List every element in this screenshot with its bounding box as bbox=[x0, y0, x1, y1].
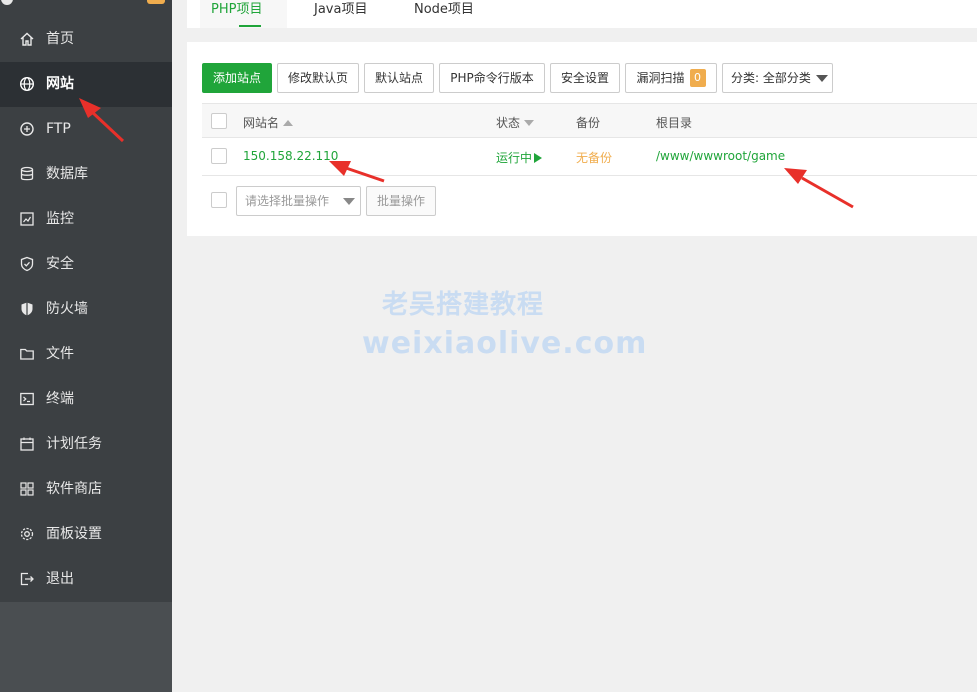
category-select[interactable]: 分类: 全部分类 bbox=[722, 63, 833, 93]
root-dir-link[interactable]: /www/wwwroot/game bbox=[656, 149, 785, 163]
row-checkbox[interactable] bbox=[211, 148, 227, 164]
php-cli-version-button[interactable]: PHP命令行版本 bbox=[439, 63, 545, 93]
folder-icon bbox=[19, 346, 35, 362]
vuln-scan-label: 漏洞扫描 bbox=[636, 71, 685, 85]
tab-php-projects[interactable]: PHP项目 bbox=[200, 0, 287, 28]
tab-label: Java项目 bbox=[314, 2, 368, 17]
batch-select-placeholder: 请选择批量操作 bbox=[245, 194, 330, 208]
column-backup: 备份 bbox=[576, 116, 601, 130]
select-all-checkbox[interactable] bbox=[211, 113, 227, 129]
table-row: 150.158.22.110 运行中 无备份 /www/wwwroot/game bbox=[202, 138, 977, 176]
terminal-icon bbox=[19, 391, 35, 407]
category-select-value: 分类: 全部分类 bbox=[731, 71, 811, 85]
play-icon bbox=[534, 152, 543, 163]
logout-icon bbox=[19, 571, 35, 587]
calendar-icon bbox=[19, 436, 35, 452]
column-site-name[interactable]: 网站名 bbox=[243, 114, 294, 131]
backup-link[interactable]: 无备份 bbox=[576, 149, 612, 166]
sidebar-item-app-store[interactable]: 软件商店 bbox=[0, 467, 172, 512]
table-header: 网站名 状态 备份 根目录 bbox=[202, 103, 977, 138]
default-site-button[interactable]: 默认站点 bbox=[364, 63, 434, 93]
column-root-dir: 根目录 bbox=[656, 116, 693, 130]
sidebar-item-panel-settings[interactable]: 面板设置 bbox=[0, 512, 172, 557]
sidebar-item-home[interactable]: 首页 bbox=[0, 17, 172, 62]
monitor-icon bbox=[19, 211, 35, 227]
chevron-down-icon bbox=[816, 75, 828, 82]
apps-grid-icon bbox=[19, 481, 35, 497]
sidebar-item-label: FTP bbox=[46, 121, 71, 137]
sidebar-item-label: 软件商店 bbox=[46, 481, 102, 497]
sidebar-item-label: 文件 bbox=[46, 346, 74, 362]
watermark-url: weixiaolive.com bbox=[362, 326, 648, 361]
sidebar-item-logout[interactable]: 退出 bbox=[0, 557, 172, 602]
site-status[interactable]: 运行中 bbox=[496, 149, 543, 166]
sidebar-item-label: 首页 bbox=[46, 31, 74, 47]
batch-operation-select[interactable]: 请选择批量操作 bbox=[236, 186, 361, 216]
edit-default-page-button[interactable]: 修改默认页 bbox=[277, 63, 359, 93]
vuln-count-badge: 0 bbox=[689, 68, 706, 87]
column-label: 网站名 bbox=[243, 116, 280, 130]
add-site-button[interactable]: 添加站点 bbox=[202, 63, 272, 93]
sidebar-item-label: 防火墙 bbox=[46, 301, 88, 317]
sidebar-menu: 首页 网站 FTP 数据库 监控 安全 防火墙 文件 终端 计划任务 软件商店 … bbox=[0, 0, 172, 602]
sidebar-item-cron[interactable]: 计划任务 bbox=[0, 422, 172, 467]
vuln-scan-button[interactable]: 漏洞扫描 0 bbox=[625, 63, 717, 93]
notification-badge[interactable] bbox=[147, 0, 165, 4]
tab-label: Node项目 bbox=[414, 2, 474, 17]
active-tab-indicator bbox=[239, 25, 261, 27]
sort-desc-icon bbox=[524, 119, 535, 126]
sidebar: 首页 网站 FTP 数据库 监控 安全 防火墙 文件 终端 计划任务 软件商店 … bbox=[0, 0, 172, 692]
shield-icon bbox=[19, 256, 35, 272]
chevron-down-icon bbox=[343, 198, 355, 205]
globe-icon bbox=[19, 76, 35, 92]
database-icon bbox=[19, 166, 35, 182]
ftp-icon bbox=[19, 121, 35, 137]
sidebar-item-firewall[interactable]: 防火墙 bbox=[0, 287, 172, 332]
sidebar-item-label: 退出 bbox=[46, 571, 74, 587]
column-status[interactable]: 状态 bbox=[496, 114, 535, 131]
security-settings-button[interactable]: 安全设置 bbox=[550, 63, 620, 93]
batch-select-checkbox[interactable] bbox=[211, 192, 227, 208]
sidebar-item-label: 网站 bbox=[46, 76, 74, 92]
project-tabs: PHP项目 Java项目 Node项目 bbox=[187, 0, 977, 28]
tab-java-projects[interactable]: Java项目 bbox=[300, 0, 390, 28]
sidebar-item-security[interactable]: 安全 bbox=[0, 242, 172, 287]
sidebar-item-files[interactable]: 文件 bbox=[0, 332, 172, 377]
sidebar-item-ftp[interactable]: FTP bbox=[0, 107, 172, 152]
sidebar-item-terminal[interactable]: 终端 bbox=[0, 377, 172, 422]
column-label: 状态 bbox=[496, 116, 521, 130]
site-name-link[interactable]: 150.158.22.110 bbox=[243, 149, 338, 163]
home-icon bbox=[19, 31, 35, 47]
tab-node-projects[interactable]: Node项目 bbox=[400, 0, 490, 28]
sidebar-item-label: 安全 bbox=[46, 256, 74, 272]
gear-icon bbox=[19, 526, 35, 542]
sidebar-item-label: 数据库 bbox=[46, 166, 88, 182]
panel-logo-icon bbox=[0, 0, 14, 6]
tab-label: PHP项目 bbox=[211, 2, 263, 17]
watermark-title: 老吴搭建教程 bbox=[382, 290, 545, 320]
firewall-icon bbox=[19, 301, 35, 317]
sidebar-item-database[interactable]: 数据库 bbox=[0, 152, 172, 197]
sidebar-item-monitor[interactable]: 监控 bbox=[0, 197, 172, 242]
status-text: 运行中 bbox=[496, 151, 533, 165]
batch-operation-button[interactable]: 批量操作 bbox=[366, 186, 436, 216]
sidebar-item-label: 计划任务 bbox=[46, 436, 102, 452]
sidebar-item-label: 监控 bbox=[46, 211, 74, 227]
sidebar-item-website[interactable]: 网站 bbox=[0, 62, 172, 107]
sidebar-item-label: 面板设置 bbox=[46, 526, 102, 542]
sort-asc-icon bbox=[283, 119, 294, 126]
sidebar-item-label: 终端 bbox=[46, 391, 74, 407]
